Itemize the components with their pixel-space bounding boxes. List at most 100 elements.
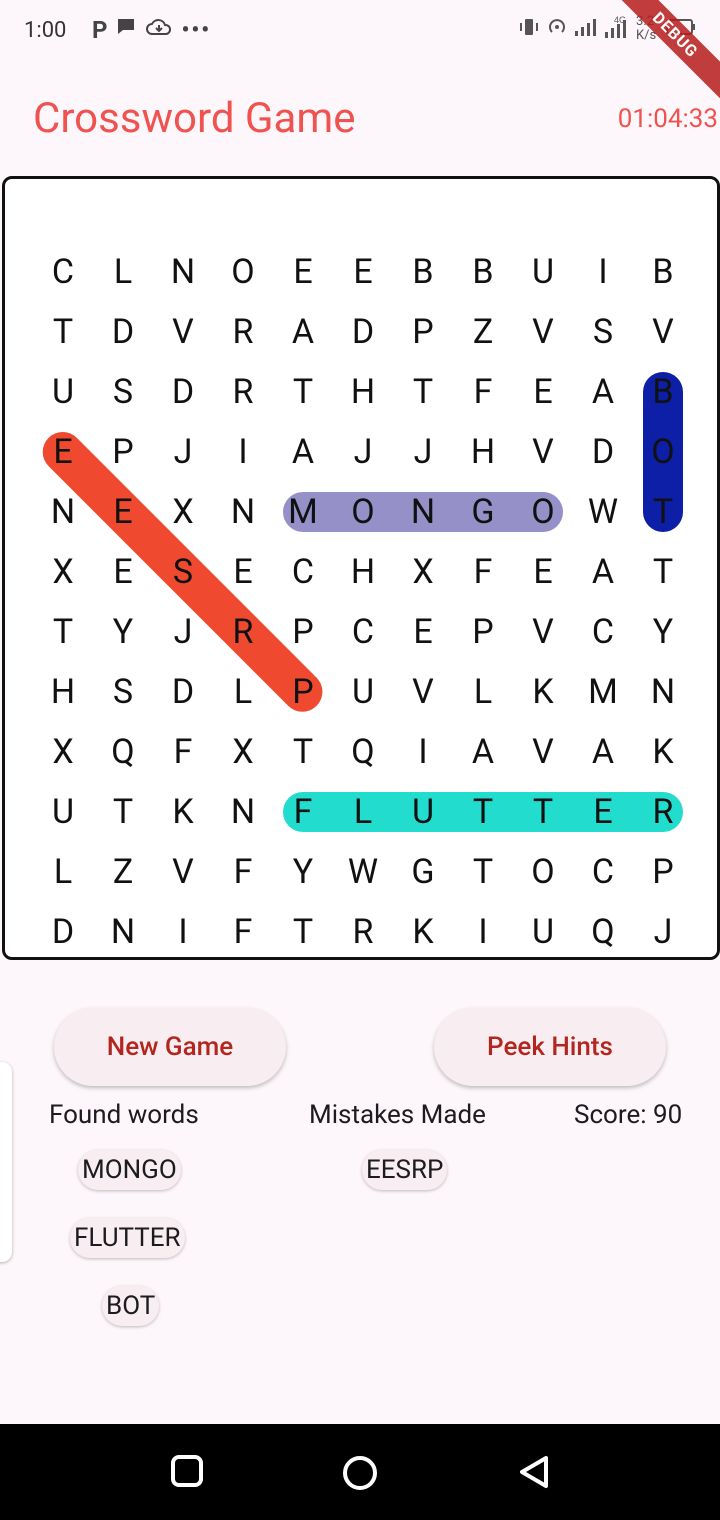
grid-cell[interactable]: E [93,482,153,542]
grid-cell[interactable]: K [393,902,453,957]
grid-cell[interactable]: F [213,842,273,902]
grid-cell[interactable]: T [273,722,333,782]
grid-cell[interactable]: X [33,722,93,782]
grid-cell[interactable]: H [333,362,393,422]
grid-cell[interactable]: O [513,482,573,542]
word-grid-board[interactable]: CLNOEEBBUIBTDVRADPZVSVUSDRTHTFEABEPJIAJJ… [2,176,720,960]
grid-cell[interactable]: P [393,302,453,362]
grid-cell[interactable]: L [33,842,93,902]
grid-cell[interactable]: N [213,482,273,542]
grid-cell[interactable]: T [93,782,153,842]
grid-cell[interactable]: L [333,782,393,842]
recents-button[interactable] [170,1454,204,1492]
grid-cell[interactable]: L [93,242,153,302]
grid-cell[interactable]: E [33,422,93,482]
grid-cell[interactable]: C [333,602,393,662]
grid-cell[interactable]: C [273,542,333,602]
grid-cell[interactable]: A [453,722,513,782]
grid-cell[interactable]: E [333,242,393,302]
grid-cell[interactable]: T [393,362,453,422]
grid-cell[interactable]: I [213,422,273,482]
grid-cell[interactable]: N [633,662,693,722]
grid-cell[interactable]: H [333,542,393,602]
grid-cell[interactable]: V [633,302,693,362]
grid-cell[interactable]: K [513,662,573,722]
grid-cell[interactable]: D [153,662,213,722]
grid-cell[interactable]: T [513,782,573,842]
grid-cell[interactable]: N [33,482,93,542]
grid-cell[interactable]: T [453,782,513,842]
grid-cell[interactable]: E [513,542,573,602]
grid-cell[interactable]: I [573,242,633,302]
grid-cell[interactable]: B [633,242,693,302]
grid-cell[interactable]: O [633,422,693,482]
grid-cell[interactable]: R [213,302,273,362]
grid-cell[interactable]: P [633,842,693,902]
grid-cell[interactable]: S [93,662,153,722]
grid-cell[interactable]: M [273,482,333,542]
grid-cell[interactable]: E [513,362,573,422]
grid-cell[interactable]: F [273,782,333,842]
grid-cell[interactable]: K [153,782,213,842]
grid-cell[interactable]: V [513,422,573,482]
grid-cell[interactable]: B [633,362,693,422]
grid-cell[interactable]: X [33,542,93,602]
grid-cell[interactable]: G [453,482,513,542]
grid-cell[interactable]: F [153,722,213,782]
grid-cell[interactable]: P [453,602,513,662]
grid-cell[interactable]: J [633,902,693,957]
grid-cell[interactable]: Q [573,902,633,957]
grid-cell[interactable]: H [453,422,513,482]
grid-cell[interactable]: Y [93,602,153,662]
grid-cell[interactable]: V [153,842,213,902]
grid-cell[interactable]: A [573,362,633,422]
grid-cell[interactable]: N [393,482,453,542]
grid-cell[interactable]: L [453,662,513,722]
grid-cell[interactable]: J [393,422,453,482]
grid-cell[interactable]: V [513,602,573,662]
grid-cell[interactable]: R [633,782,693,842]
grid-cell[interactable]: O [213,242,273,302]
grid-cell[interactable]: Q [333,722,393,782]
grid-cell[interactable]: V [513,722,573,782]
grid-cell[interactable]: B [453,242,513,302]
back-button[interactable] [516,1454,552,1494]
grid-cell[interactable]: Z [453,302,513,362]
grid-cell[interactable]: Y [633,602,693,662]
grid-cell[interactable]: U [33,782,93,842]
grid-cell[interactable]: V [393,662,453,722]
grid-cell[interactable]: E [273,242,333,302]
grid-cell[interactable]: W [333,842,393,902]
grid-cell[interactable]: U [393,782,453,842]
grid-cell[interactable]: D [333,302,393,362]
grid-cell[interactable]: S [153,542,213,602]
grid-cell[interactable]: N [153,242,213,302]
grid-cell[interactable]: F [213,902,273,957]
grid-cell[interactable]: E [573,782,633,842]
grid-cell[interactable]: X [153,482,213,542]
grid-cell[interactable]: C [33,242,93,302]
grid-cell[interactable]: Y [273,842,333,902]
grid-cell[interactable]: U [513,242,573,302]
side-drawer-handle[interactable] [0,1062,12,1262]
new-game-button[interactable]: New Game [54,1008,286,1086]
grid-cell[interactable]: V [513,302,573,362]
grid-cell[interactable]: R [333,902,393,957]
grid-cell[interactable]: T [33,602,93,662]
grid-cell[interactable]: C [573,602,633,662]
grid-cell[interactable]: U [33,362,93,422]
grid-cell[interactable]: A [273,422,333,482]
grid-cell[interactable]: X [393,542,453,602]
peek-hints-button[interactable]: Peek Hints [434,1008,666,1086]
grid-cell[interactable]: P [93,422,153,482]
grid-cell[interactable]: J [153,602,213,662]
grid-cell[interactable]: A [573,542,633,602]
grid-cell[interactable]: D [33,902,93,957]
grid-cell[interactable]: C [573,842,633,902]
grid-cell[interactable]: A [273,302,333,362]
grid-cell[interactable]: E [393,602,453,662]
grid-cell[interactable]: P [273,662,333,722]
home-button[interactable] [341,1454,379,1496]
grid-cell[interactable]: T [633,542,693,602]
grid-cell[interactable]: O [513,842,573,902]
